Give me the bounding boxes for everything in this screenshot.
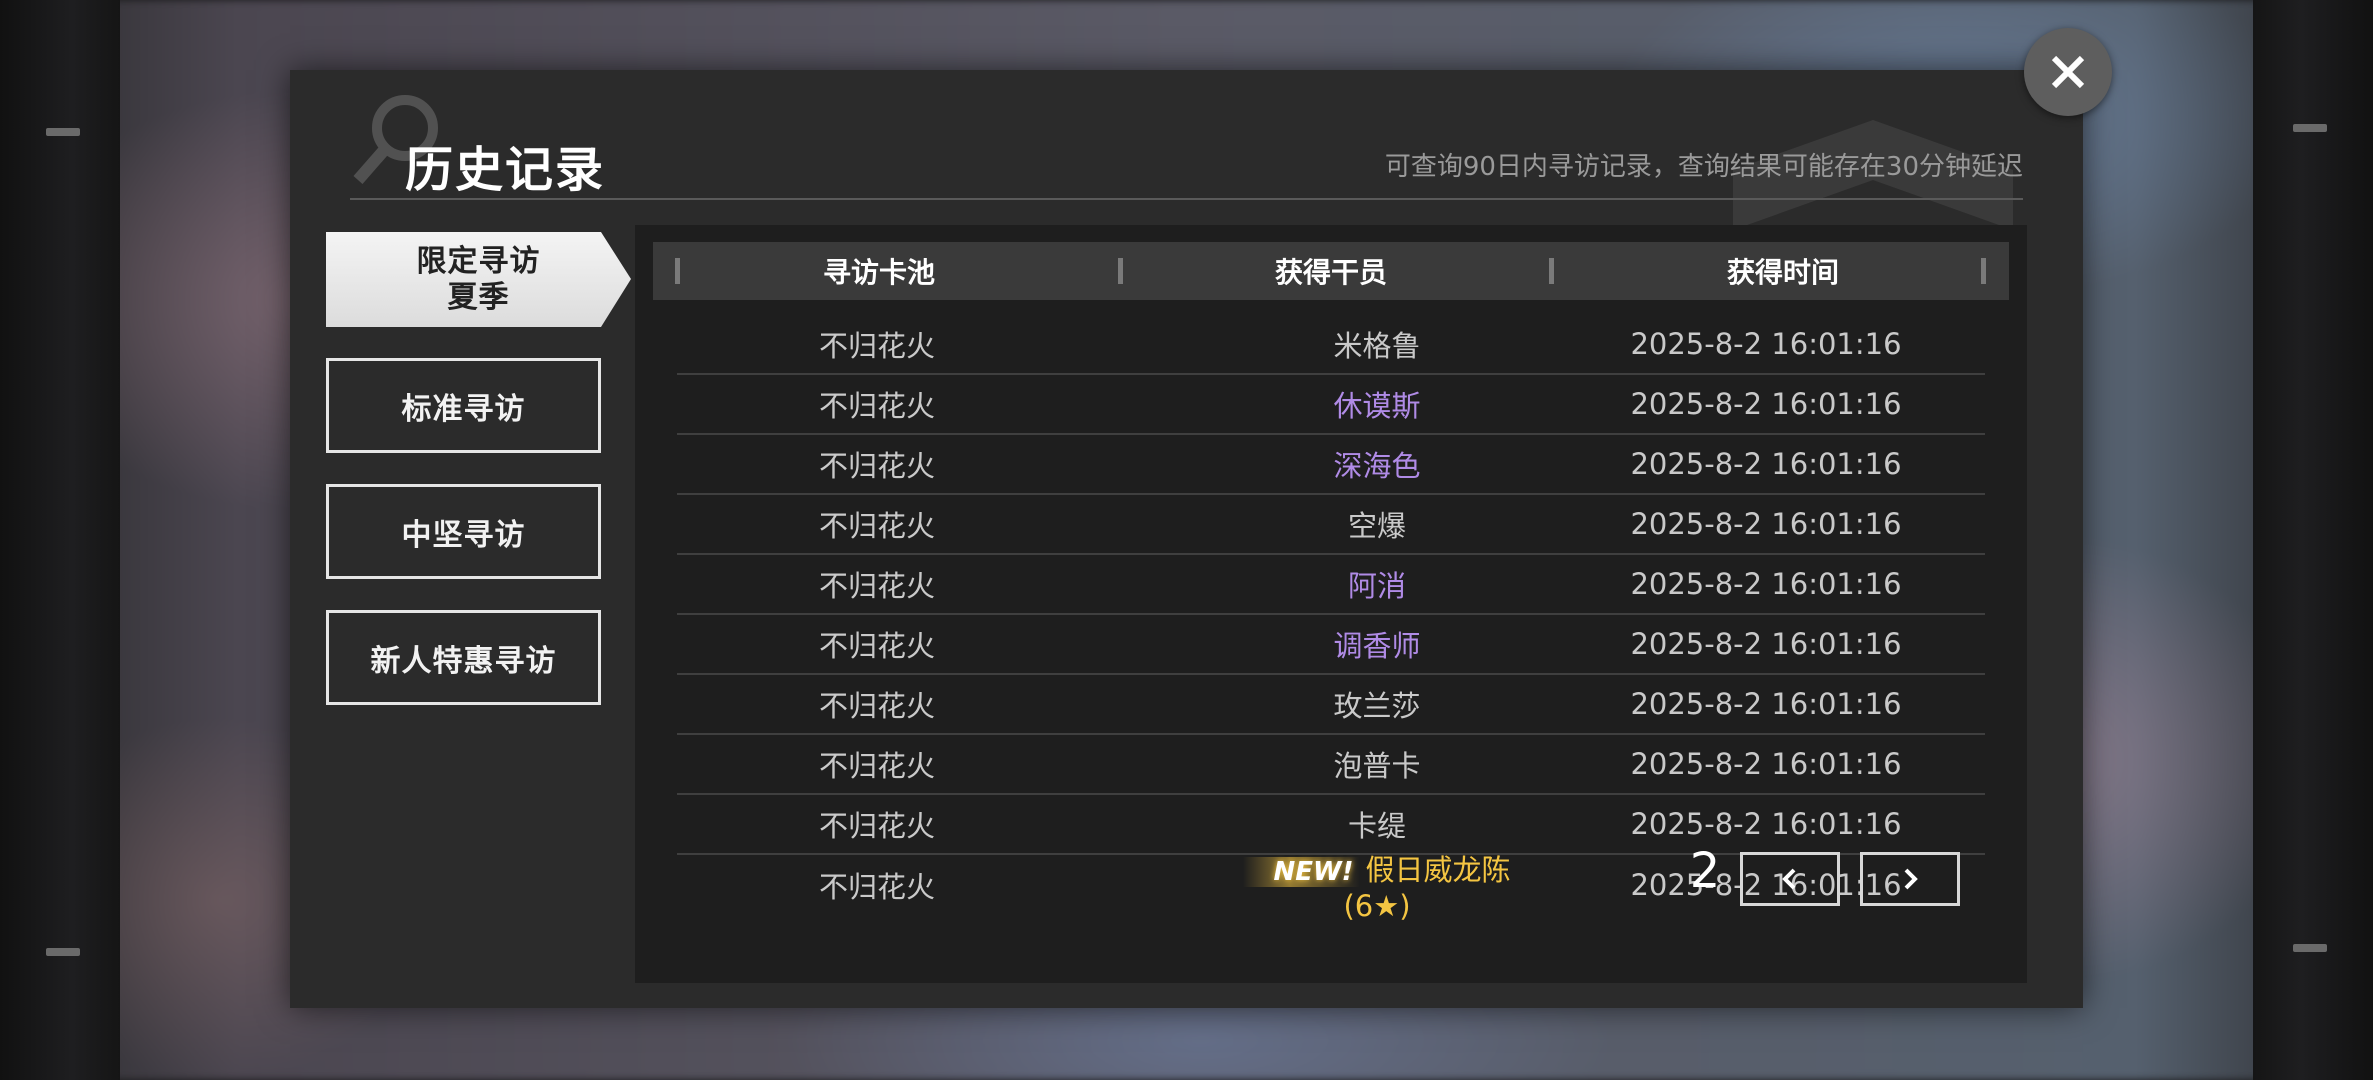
page-number: 2 <box>1689 843 1721 899</box>
row-time: 2025-8-2 16:01:16 <box>1630 567 1902 601</box>
row-time: 2025-8-2 16:01:16 <box>1630 627 1902 661</box>
row-pool: 不归花火 <box>818 329 935 363</box>
chevron-left-icon <box>1782 868 1796 890</box>
row-pool: 不归花火 <box>818 389 935 423</box>
table-row: 不归花火 休谟斯 2025-8-2 16:01:16 <box>677 375 1985 435</box>
table-row: 不归花火 玫兰莎 2025-8-2 16:01:16 <box>677 675 1985 735</box>
frame-tick <box>2293 124 2327 132</box>
operator-name: 假日威龙陈 (6★) <box>1343 853 1511 923</box>
row-time: 2025-8-2 16:01:16 <box>1630 447 1902 481</box>
table-row: 不归花火 泡普卡 2025-8-2 16:01:16 <box>677 735 1985 795</box>
prev-page-button[interactable] <box>1740 852 1840 906</box>
row-operator: 卡缇 <box>1347 809 1406 843</box>
table-row: 不归花火 深海色 2025-8-2 16:01:16 <box>677 435 1985 495</box>
header-operator: 获得干员 <box>1274 256 1387 289</box>
query-hint: 可查询90日内寻访记录，查询结果可能存在30分钟延迟 <box>1384 152 2023 182</box>
tab-limited-summer[interactable]: 限定寻访 夏季 <box>326 232 631 327</box>
tab-label: 新人特惠寻访 <box>370 643 557 679</box>
row-operator: 米格鲁 <box>1333 329 1421 363</box>
tab-label: 中坚寻访 <box>401 517 526 553</box>
row-operator: 休谟斯 <box>1333 389 1421 423</box>
table-row: 不归花火 卡缇 2025-8-2 16:01:16 <box>677 795 1985 855</box>
row-pool: 不归花火 <box>818 809 935 843</box>
tab-label-line1: 限定寻访 <box>416 243 541 279</box>
row-pool: 不归花火 <box>818 569 935 603</box>
tab-newcomer[interactable]: 新人特惠寻访 <box>326 610 601 705</box>
tab-label: 标准寻访 <box>401 391 526 427</box>
tab-standard[interactable]: 标准寻访 <box>326 358 601 453</box>
row-pool: 不归花火 <box>818 870 935 904</box>
table-header: 寻访卡池 获得干员 获得时间 <box>653 242 2009 300</box>
row-time: 2025-8-2 16:01:16 <box>1630 327 1902 361</box>
tab-core[interactable]: 中坚寻访 <box>326 484 601 579</box>
row-operator: 调香师 <box>1333 629 1421 663</box>
table-row: 不归花火 调香师 2025-8-2 16:01:16 <box>677 615 1985 675</box>
row-operator: 泡普卡 <box>1333 749 1421 783</box>
frame-tick <box>2293 944 2327 952</box>
row-pool: 不归花火 <box>818 629 935 663</box>
header-separator <box>1549 258 1554 284</box>
row-pool: 不归花火 <box>818 509 935 543</box>
frame-tick <box>46 948 80 956</box>
row-operator: 深海色 <box>1333 449 1421 483</box>
table-row: 不归花火 空爆 2025-8-2 16:01:16 <box>677 495 1985 555</box>
left-frame <box>0 0 120 1080</box>
row-time: 2025-8-2 16:01:16 <box>1630 507 1902 541</box>
header-separator <box>1981 258 1986 284</box>
dialog-title: 历史记录 <box>405 142 606 198</box>
frame-tick <box>46 128 80 136</box>
table-row: 不归花火 米格鲁 2025-8-2 16:01:16 <box>677 315 1985 375</box>
next-page-button[interactable] <box>1860 852 1960 906</box>
row-pool: 不归花火 <box>818 449 935 483</box>
header-pool: 寻访卡池 <box>822 256 935 289</box>
new-badge: NEW! <box>1243 857 1360 887</box>
row-pool: 不归花火 <box>818 689 935 723</box>
row-time: 2025-8-2 16:01:16 <box>1630 807 1902 841</box>
table-body: 不归花火 米格鲁 2025-8-2 16:01:16 不归花火 休谟斯 2025-8-2 … <box>677 315 1985 923</box>
row-time: 2025-8-2 16:01:16 <box>1630 687 1902 721</box>
header-separator <box>1118 258 1123 284</box>
close-button[interactable] <box>2024 28 2112 116</box>
close-icon <box>2051 55 2085 89</box>
tab-label-line2: 夏季 <box>447 279 510 315</box>
row-operator: 玫兰莎 <box>1333 689 1421 723</box>
row-pool: 不归花火 <box>818 749 935 783</box>
header-separator <box>675 258 680 284</box>
row-time: 2025-8-2 16:01:16 <box>1630 387 1902 421</box>
title-divider <box>350 198 2023 200</box>
row-operator: 空爆 <box>1347 509 1406 543</box>
header-time: 获得时间 <box>1726 256 1839 289</box>
row-time: 2025-8-2 16:01:16 <box>1630 747 1902 781</box>
history-table: 寻访卡池 获得干员 获得时间 不归花火 米格鲁 2025-8-2 16:01:16 不… <box>635 225 2027 983</box>
row-operator: 阿消 <box>1347 569 1406 603</box>
table-row: 不归花火 阿消 2025-8-2 16:01:16 <box>677 555 1985 615</box>
right-frame <box>2253 0 2373 1080</box>
history-dialog: 历史记录 可查询90日内寻访记录，查询结果可能存在30分钟延迟 限定寻访 夏季 … <box>290 70 2083 1008</box>
chevron-right-icon <box>1904 868 1918 890</box>
row-operator: NEW! 假日威龙陈 (6★) <box>1207 847 1547 923</box>
